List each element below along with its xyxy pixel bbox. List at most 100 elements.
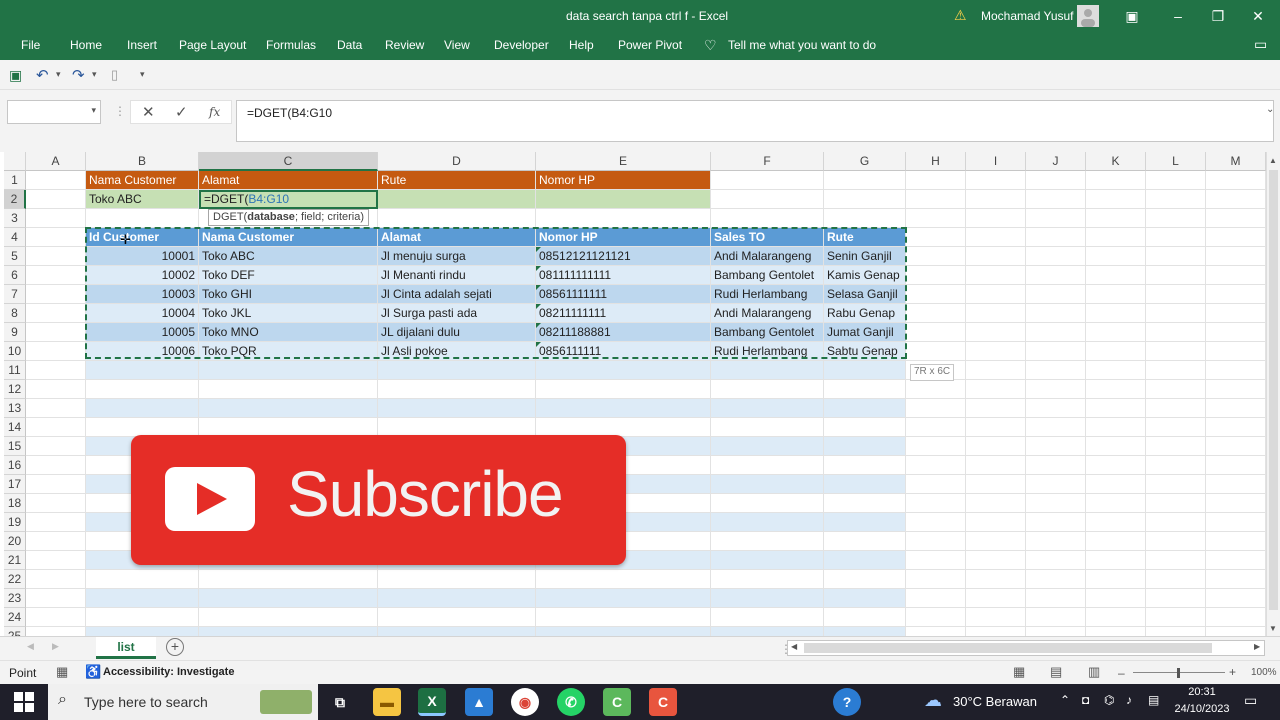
- row-header[interactable]: 14: [4, 418, 26, 437]
- number-as-text-indicator[interactable]: [536, 247, 541, 252]
- enter-icon[interactable]: ✓: [175, 103, 188, 121]
- clock-time[interactable]: 20:31: [1174, 686, 1230, 698]
- column-header[interactable]: H: [906, 152, 966, 171]
- accessibility-icon[interactable]: ♿: [85, 664, 101, 680]
- row-header[interactable]: 5: [4, 247, 26, 266]
- vertical-scrollbar[interactable]: ▲ ▼: [1266, 152, 1280, 636]
- table-cell[interactable]: JL dijalani dulu: [378, 323, 536, 342]
- table-cell[interactable]: Senin Ganjil: [824, 247, 906, 266]
- table-cell[interactable]: Toko ABC: [199, 247, 378, 266]
- sheet-tab-list[interactable]: list: [96, 637, 156, 659]
- table-cell[interactable]: 10003: [86, 285, 199, 304]
- table-cell[interactable]: 08561111111: [536, 285, 711, 304]
- page-layout-view-icon[interactable]: ▤: [1050, 664, 1062, 680]
- row-header[interactable]: 3: [4, 209, 26, 228]
- excel-icon[interactable]: X: [418, 688, 446, 716]
- table-cell[interactable]: 08512121121121: [536, 247, 711, 266]
- table-cell[interactable]: 08211188881: [536, 323, 711, 342]
- volume-icon[interactable]: ♪: [1126, 693, 1132, 707]
- column-header[interactable]: A: [26, 152, 86, 171]
- row-header[interactable]: 9: [4, 323, 26, 342]
- weather-cloud-icon[interactable]: ☁: [924, 690, 942, 711]
- table-cell[interactable]: Toko MNO: [199, 323, 378, 342]
- row-header[interactable]: 23: [4, 589, 26, 608]
- horizontal-scroll-thumb[interactable]: [804, 643, 1212, 653]
- criteria-header-nomor-hp[interactable]: Nomor HP: [536, 171, 711, 190]
- table-cell[interactable]: Rudi Herlambang: [711, 342, 824, 361]
- column-header[interactable]: B: [86, 152, 199, 171]
- undo-dropdown-icon[interactable]: ▾: [56, 69, 61, 80]
- add-sheet-icon[interactable]: +: [166, 638, 184, 656]
- zoom-level[interactable]: 100%: [1251, 667, 1280, 678]
- language-icon[interactable]: ▤: [1148, 693, 1159, 707]
- row-header[interactable]: 13: [4, 399, 26, 418]
- weather-text[interactable]: 30°C Berawan: [953, 694, 1037, 709]
- row-header[interactable]: 6: [4, 266, 26, 285]
- criteria-header-alamat[interactable]: Alamat: [199, 171, 378, 190]
- tab-data[interactable]: Data: [337, 38, 362, 52]
- row-header[interactable]: 12: [4, 380, 26, 399]
- column-header[interactable]: D: [378, 152, 536, 171]
- tray-app-icon[interactable]: ◘: [1082, 693, 1089, 707]
- scroll-right-icon[interactable]: ▶: [1254, 642, 1260, 651]
- number-as-text-indicator[interactable]: [536, 342, 541, 347]
- row-header[interactable]: 22: [4, 570, 26, 589]
- tab-developer[interactable]: Developer: [494, 38, 549, 52]
- table-cell[interactable]: Jl Surga pasti ada: [378, 304, 536, 323]
- table-cell[interactable]: 10004: [86, 304, 199, 323]
- table-extension-row[interactable]: [86, 399, 906, 418]
- table-cell[interactable]: Jl Menanti rindu: [378, 266, 536, 285]
- notifications-icon[interactable]: ▭: [1244, 692, 1257, 709]
- table-header-alamat[interactable]: Alamat: [378, 228, 536, 247]
- help-icon[interactable]: ?: [833, 688, 861, 716]
- maximize-icon[interactable]: ❐: [1196, 0, 1240, 32]
- table-cell[interactable]: 10006: [86, 342, 199, 361]
- row-header[interactable]: 25: [4, 627, 26, 636]
- chrome-icon[interactable]: ◉: [511, 688, 539, 716]
- formula-input[interactable]: =DGET(B4:G10: [236, 100, 1274, 142]
- horizontal-scrollbar[interactable]: ◀ ▶: [787, 640, 1265, 656]
- table-cell[interactable]: 10005: [86, 323, 199, 342]
- whatsapp-icon[interactable]: ✆: [557, 688, 585, 716]
- table-extension-row[interactable]: [86, 361, 906, 380]
- zoom-out-icon[interactable]: –: [1118, 666, 1125, 680]
- column-header[interactable]: M: [1206, 152, 1266, 171]
- column-header[interactable]: E: [536, 152, 711, 171]
- row-header[interactable]: 2: [4, 190, 26, 209]
- tab-insert[interactable]: Insert: [127, 38, 157, 52]
- redo-dropdown-icon[interactable]: ▾: [92, 69, 97, 80]
- vertical-scroll-thumb[interactable]: [1269, 170, 1278, 610]
- table-cell[interactable]: Toko DEF: [199, 266, 378, 285]
- table-header-rute[interactable]: Rute: [824, 228, 906, 247]
- macro-record-icon[interactable]: ▦: [56, 664, 68, 680]
- user-name[interactable]: Mochamad Yusuf: [981, 9, 1074, 23]
- close-icon[interactable]: ✕: [1236, 0, 1280, 32]
- tab-review[interactable]: Review: [385, 38, 424, 52]
- tab-home[interactable]: Home: [70, 38, 102, 52]
- name-box-dropdown-icon[interactable]: ▾: [91, 105, 96, 116]
- customize-qat-icon[interactable]: ▾: [140, 69, 145, 80]
- criteria-cell-d2[interactable]: [378, 190, 536, 209]
- windows-start-icon[interactable]: [14, 692, 34, 715]
- camtasia-red-icon[interactable]: C: [649, 688, 677, 716]
- row-header[interactable]: 11: [4, 361, 26, 380]
- row-header[interactable]: 16: [4, 456, 26, 475]
- next-sheet-icon[interactable]: ▶: [52, 641, 59, 652]
- table-cell[interactable]: Rabu Genap: [824, 304, 906, 323]
- table-cell[interactable]: 081111111111: [536, 266, 711, 285]
- table-cell[interactable]: Bambang Gentolet: [711, 266, 824, 285]
- tray-chevron-icon[interactable]: ⌃: [1060, 693, 1070, 707]
- worksheet-grid[interactable]: ABCDEFGHIJKLM 1 2 3 4 5 6 7 8 9 10 11 12 13 14 15 16 17 1…: [4, 152, 1266, 636]
- scroll-left-icon[interactable]: ◀: [791, 642, 797, 651]
- collapse-formula-bar-icon[interactable]: ⌄: [1266, 104, 1274, 115]
- table-cell[interactable]: Jl Cinta adalah sejati: [378, 285, 536, 304]
- number-as-text-indicator[interactable]: [536, 266, 541, 271]
- row-header[interactable]: 17: [4, 475, 26, 494]
- table-cell[interactable]: Andi Malarangeng: [711, 247, 824, 266]
- table-header-nomor-hp[interactable]: Nomor HP: [536, 228, 711, 247]
- normal-view-icon[interactable]: ▦: [1013, 664, 1025, 680]
- row-header[interactable]: 4: [4, 228, 26, 247]
- table-extension-row[interactable]: [86, 589, 906, 608]
- number-as-text-indicator[interactable]: [536, 323, 541, 328]
- table-cell[interactable]: Jumat Ganjil: [824, 323, 906, 342]
